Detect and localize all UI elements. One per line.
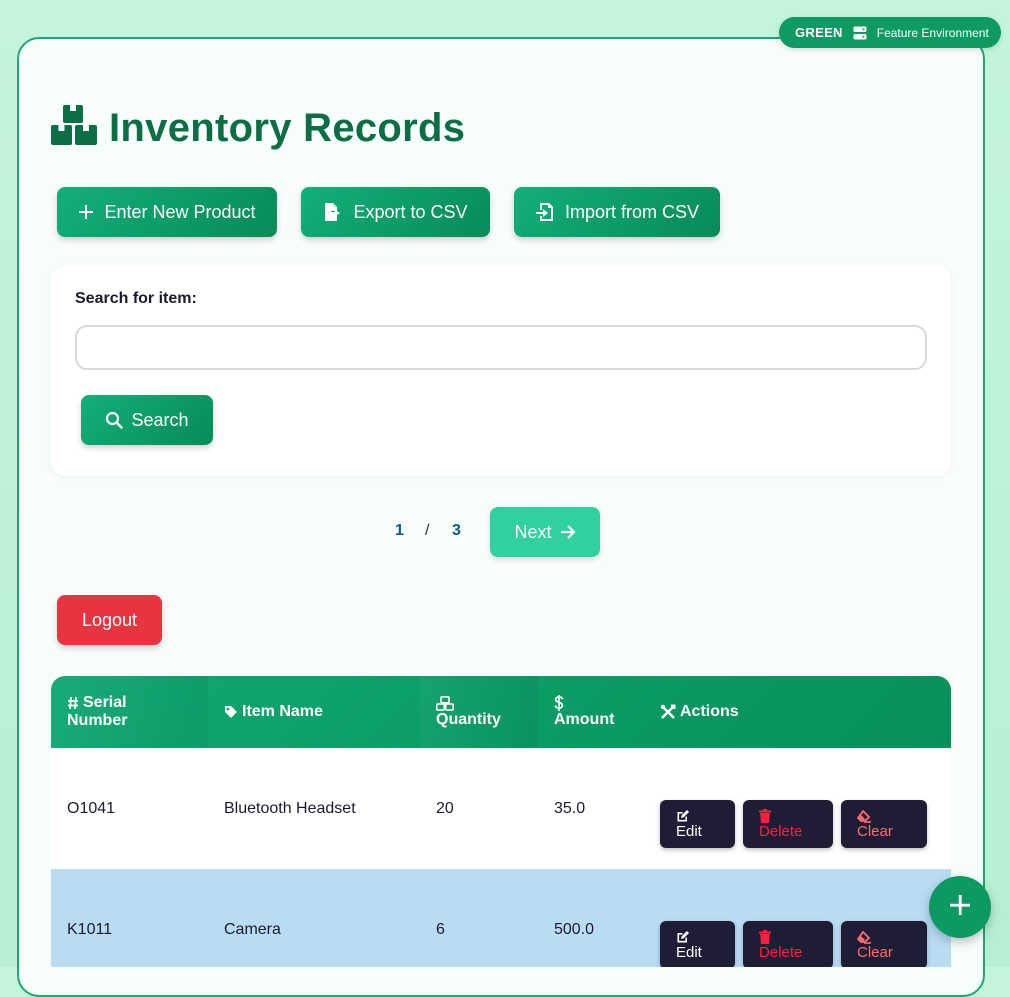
edit-icon <box>676 929 735 945</box>
search-button-label: Search <box>131 409 189 430</box>
clear-label: Clear <box>857 944 893 961</box>
environment-name: GREEN <box>795 25 843 40</box>
file-export-icon <box>323 202 343 222</box>
import-csv-label: Import from CSV <box>564 201 700 222</box>
edit-button[interactable]: Edit <box>660 800 735 848</box>
tools-icon <box>660 704 676 720</box>
page-title: Inventory Records <box>109 105 466 150</box>
table-header: Serial Number Item Name Quantity Amount … <box>51 676 951 748</box>
cell-amount: 500.0 <box>554 921 595 938</box>
total-pages: 3 <box>452 522 461 539</box>
hash-icon <box>67 696 79 710</box>
clear-button[interactable]: Clear <box>841 800 927 848</box>
edit-label: Edit <box>676 944 702 961</box>
cell-quantity: 20 <box>436 800 454 817</box>
search-button[interactable]: Search <box>81 395 213 445</box>
server-icon <box>853 26 867 40</box>
clear-button[interactable]: Clear <box>841 921 927 967</box>
next-page-label: Next <box>514 521 552 542</box>
arrow-right-icon <box>560 525 576 539</box>
page-separator: / <box>425 522 430 539</box>
delete-button[interactable]: Delete <box>743 800 833 848</box>
dollar-icon <box>554 695 564 711</box>
delete-button[interactable]: Delete <box>743 921 833 967</box>
enter-new-product-label: Enter New Product <box>104 201 256 222</box>
column-header-item-name: Item Name <box>208 676 420 748</box>
search-icon <box>105 411 124 429</box>
environment-description: Feature Environment <box>876 25 989 40</box>
column-header-quantity-label: Quantity <box>436 710 501 728</box>
current-page: 1 <box>395 522 404 539</box>
search-label: Search for item: <box>75 290 197 307</box>
trash-icon <box>759 808 833 824</box>
boxes-icon <box>51 104 97 152</box>
plus-icon <box>78 204 94 220</box>
edit-label: Edit <box>676 823 702 840</box>
cubes-icon <box>436 695 454 711</box>
import-csv-button[interactable]: Import from CSV <box>514 187 720 237</box>
column-header-item-name-label: Item Name <box>242 703 323 720</box>
tag-icon <box>224 705 238 719</box>
delete-label: Delete <box>759 944 803 961</box>
column-header-serial-line1: Serial <box>83 694 127 711</box>
table-row: K1011 Camera 6 500.0 Edit Delete Clear <box>51 869 951 967</box>
trash-icon <box>759 929 833 945</box>
search-panel: Search for item: Search <box>51 266 951 476</box>
column-header-serial-line2: Number <box>67 712 128 729</box>
edit-button[interactable]: Edit <box>660 921 735 967</box>
enter-new-product-button[interactable]: Enter New Product <box>57 187 277 237</box>
cell-item-name: Camera <box>224 921 281 938</box>
cell-quantity: 6 <box>436 921 445 938</box>
table-row: O1041 Bluetooth Headset 20 35.0 Edit Delete Cl… <box>51 748 951 869</box>
cell-serial: O1041 <box>67 800 116 817</box>
column-header-serial: Serial Number <box>51 676 208 748</box>
column-header-actions-label: Actions <box>680 703 739 720</box>
column-header-quantity: Quantity <box>420 676 538 748</box>
clear-label: Clear <box>857 823 893 840</box>
logout-button[interactable]: Logout <box>57 595 162 645</box>
column-header-amount: Amount <box>538 676 644 748</box>
export-csv-label: Export to CSV <box>353 201 468 222</box>
page-header: Inventory Records <box>51 100 465 156</box>
cell-serial: K1011 <box>67 921 113 938</box>
eraser-icon <box>857 808 927 824</box>
plus-icon <box>948 893 972 922</box>
search-input[interactable] <box>75 325 927 370</box>
edit-icon <box>676 808 735 824</box>
cell-amount: 35.0 <box>554 800 586 817</box>
floating-add-button[interactable] <box>929 876 991 938</box>
file-import-icon <box>535 202 555 222</box>
column-header-actions: Actions <box>644 676 951 748</box>
eraser-icon <box>857 929 927 945</box>
next-page-button[interactable]: Next <box>490 507 600 557</box>
cell-item-name: Bluetooth Headset <box>224 800 356 817</box>
logout-label: Logout <box>81 609 138 630</box>
export-csv-button[interactable]: Export to CSV <box>301 187 490 237</box>
inventory-table: Serial Number Item Name Quantity Amount … <box>51 676 951 967</box>
environment-badge: GREEN Feature Environment <box>779 17 1001 48</box>
column-header-amount-label: Amount <box>554 711 615 728</box>
delete-label: Delete <box>759 823 803 840</box>
